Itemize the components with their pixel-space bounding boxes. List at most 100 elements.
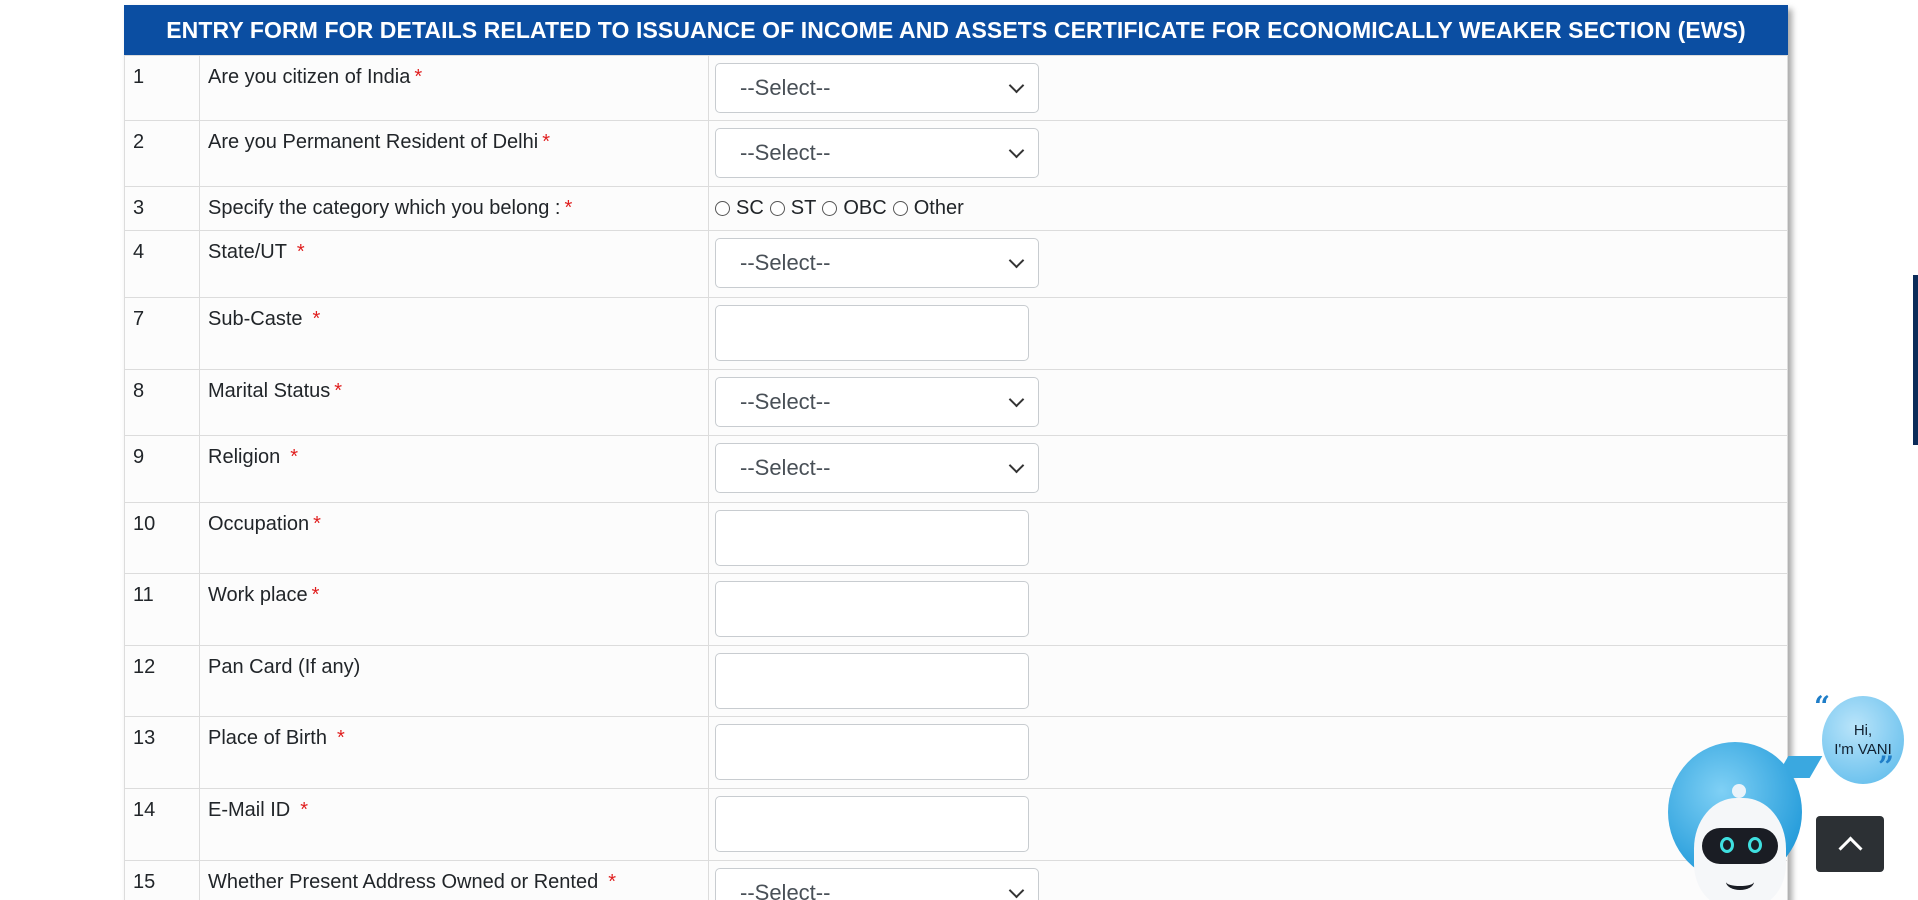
label-text: Place of Birth [208,727,327,749]
robot-visor [1702,828,1778,864]
row-label: E-Mail ID * [199,788,709,861]
row-label: Specify the category which you belong : * [199,186,709,231]
label-text: Religion [208,446,281,468]
place-of-birth-input[interactable] [715,724,1029,780]
robot-antenna-icon [1732,784,1746,798]
row-label: Occupation * [199,502,709,574]
chevron-down-icon [1008,457,1025,473]
field-cell [708,716,1788,789]
form-row-occupation: 10 Occupation * [124,502,1788,574]
chevron-down-icon [1008,77,1025,93]
select-value: --Select-- [740,455,831,480]
state-select[interactable]: --Select-- [715,238,1039,288]
robot-mouth [1726,874,1754,890]
page-scrollbar-thumb[interactable] [1913,275,1918,445]
citizen-select[interactable]: --Select-- [715,63,1039,113]
row-label: Are you Permanent Resident of Delhi * [199,120,709,187]
field-cell: --Select-- [708,230,1788,298]
row-number: 8 [124,369,200,436]
select-value: --Select-- [740,250,831,275]
row-label: Sub-Caste * [199,297,709,370]
required-marker: * [336,727,345,749]
address-ownership-select[interactable]: --Select-- [715,868,1039,900]
row-number: 7 [124,297,200,370]
required-marker: * [290,446,299,468]
form-row-permanent-resident: 2 Are you Permanent Resident of Delhi * -… [124,120,1788,187]
category-option-st[interactable]: ST [769,197,817,220]
scroll-to-top-button[interactable] [1816,816,1884,872]
select-value: --Select-- [740,880,831,900]
radio-label: ST [790,197,817,219]
label-text: State/UT [208,241,287,263]
label-text: Are you Permanent Resident of Delhi [208,131,539,153]
radio-label: OBC [843,197,887,219]
form-row-email: 14 E-Mail ID * [124,788,1788,861]
robot-eye-icon [1720,837,1734,853]
greeting-line: Hi, [1853,722,1873,739]
form-row-sub-caste: 7 Sub-Caste * [124,297,1788,370]
field-cell [708,502,1788,574]
label-text: E-Mail ID [208,799,291,821]
pan-card-input[interactable] [715,653,1029,709]
field-cell: --Select-- [708,435,1788,503]
field-cell: --Select-- [708,120,1788,187]
row-number: 12 [124,645,200,717]
email-input[interactable] [715,796,1029,852]
required-marker: * [313,513,321,535]
field-cell [708,573,1788,646]
label-text: Whether Present Address Owned or Rented [208,871,599,893]
work-place-input[interactable] [715,581,1029,637]
row-number: 1 [124,55,200,121]
row-label: Religion * [199,435,709,503]
chevron-down-icon [1008,882,1025,898]
category-option-obc[interactable]: OBC [822,197,887,220]
row-number: 4 [124,230,200,298]
row-label: Pan Card (If any) [199,645,709,717]
page: ENTRY FORM FOR DETAILS RELATED TO ISSUAN… [0,0,1918,900]
row-number: 15 [124,860,200,900]
label-text: Specify the category which you belong : [208,197,561,219]
open-quote-icon: “ [1814,690,1831,723]
row-number: 3 [124,186,200,231]
row-number: 13 [124,716,200,789]
form-row-category: 3 Specify the category which you belong … [124,186,1788,231]
field-cell [708,297,1788,370]
chevron-up-icon [1837,835,1863,861]
category-option-sc[interactable]: SC [715,197,764,220]
marital-status-select[interactable]: --Select-- [715,377,1039,427]
label-text: Pan Card (If any) [208,656,361,678]
required-marker: * [542,131,550,153]
occupation-input[interactable] [715,510,1029,566]
robot-avatar-icon[interactable] [1668,742,1802,900]
radio-button[interactable] [822,201,838,216]
form-row-marital-status: 8 Marital Status * --Select-- [124,369,1788,436]
select-value: --Select-- [740,140,831,165]
chevron-down-icon [1008,391,1025,407]
row-label: Work place * [199,573,709,646]
chevron-down-icon [1008,252,1025,268]
radio-button[interactable] [769,201,785,216]
category-radio-group: SC ST OBC Other [715,194,1787,220]
row-label: Whether Present Address Owned or Rented * [199,860,709,900]
radio-label: SC [736,197,764,219]
select-value: --Select-- [740,389,831,414]
category-option-other[interactable]: Other [892,197,964,220]
row-label: Marital Status * [199,369,709,436]
label-text: Work place [208,584,308,606]
radio-button[interactable] [892,201,908,216]
sub-caste-input[interactable] [715,305,1029,361]
radio-button[interactable] [715,201,730,216]
permanent-resident-select[interactable]: --Select-- [715,128,1039,178]
ews-entry-form: ENTRY FORM FOR DETAILS RELATED TO ISSUAN… [124,5,1788,900]
label-text: Sub-Caste [208,308,303,330]
field-cell [708,645,1788,717]
religion-select[interactable]: --Select-- [715,443,1039,493]
required-marker: * [334,380,343,402]
field-cell: --Select-- [708,860,1788,900]
row-label: Are you citizen of India * [199,55,709,121]
label-text: Marital Status [208,380,331,402]
close-quote-icon: ” [1878,750,1895,783]
select-value: --Select-- [740,75,831,100]
row-number: 11 [124,573,200,646]
robot-face [1694,798,1786,900]
